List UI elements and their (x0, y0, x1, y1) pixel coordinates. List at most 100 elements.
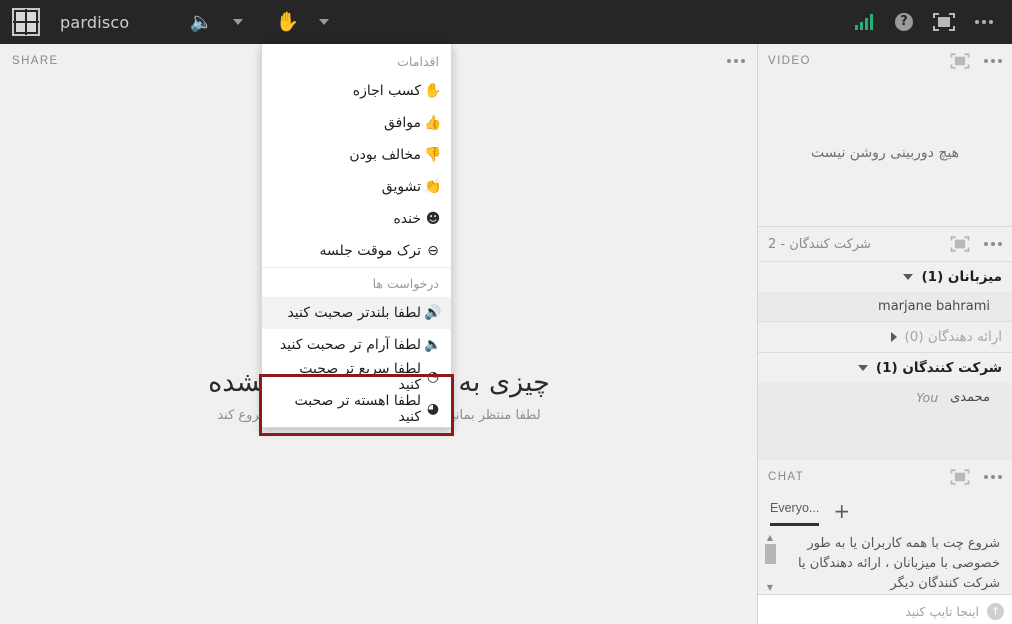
menu-item-label: لطفا سریع تر صحبت کنید (299, 361, 421, 393)
menu-item-label: لطفا اهسته تر صحبت کنید (294, 393, 421, 425)
step-away-icon: ⊖ (427, 243, 439, 259)
menu-item-label: لطفا آرام تر صحبت کنید (279, 337, 421, 353)
thumbs-down-icon: 👎 (424, 147, 442, 163)
raise-hand-button[interactable]: ✋ (267, 0, 307, 44)
video-expand-button[interactable] (950, 53, 970, 69)
thumbs-up-icon: 👍 (424, 115, 442, 131)
menu-item-raise-hand[interactable]: کسب اجازه ✋ (262, 75, 451, 107)
participant-group-participants[interactable]: شرکت کنندگان (1) (758, 352, 1012, 383)
participants-pod: شرکت کنندگان - 2 میزبانان (1) marjane ba… (758, 227, 1012, 467)
pardisco-logo-icon (12, 8, 40, 36)
participants-expand-button[interactable] (950, 236, 970, 252)
participants-pod-header: شرکت کنندگان - 2 (758, 227, 1012, 261)
scroll-up-icon[interactable]: ▲ (767, 534, 773, 542)
speaker-menu-button[interactable] (221, 0, 255, 44)
menu-item-label: موافق (384, 115, 421, 131)
chat-scrollbar[interactable]: ▲ ▼ (763, 534, 777, 592)
menu-section-actions-label: اقدامات (397, 54, 439, 69)
menu-section-requests-label: درخواست ها (262, 267, 451, 297)
video-pod-title: VIDEO (768, 55, 811, 67)
help-question-icon: ? (895, 13, 913, 31)
chat-pod-header: CHAT (758, 460, 1012, 494)
raise-hand-menu-button[interactable] (307, 0, 341, 44)
share-panel-title: SHARE (12, 55, 59, 67)
laugh-icon: ☻ (425, 211, 441, 227)
participant-name: محمدی (950, 390, 990, 405)
chevron-down-icon (857, 365, 868, 371)
menu-item-laugh[interactable]: خنده ☻ (262, 203, 451, 235)
menu-item-speak-louder[interactable]: لطفا بلندتر صحبت کنید 🔊 (262, 297, 451, 329)
share-overflow-button[interactable] (727, 59, 745, 63)
participants-list: میزبانان (1) marjane bahrami ارائه دهندگ… (758, 261, 1012, 467)
participant-group-label: میزبانان (1) (921, 269, 1002, 285)
add-chat-tab-icon[interactable]: + (833, 501, 850, 525)
right-rail: VIDEO هیچ دوربینی روشن نیست شرکت کنندگان… (758, 44, 1012, 624)
menu-item-label: لطفا بلندتر صحبت کنید (287, 305, 421, 321)
chevron-right-icon (890, 332, 897, 342)
chevron-down-icon (233, 19, 244, 25)
participant-group-label: ارائه دهندگان (0) (904, 329, 1003, 345)
menu-item-label: کسب اجازه (352, 83, 421, 99)
participant-you-badge: You (916, 390, 939, 405)
speak-quieter-icon: 🔈 (424, 337, 442, 353)
connection-strength-icon (855, 14, 873, 30)
meeting-window: pardisco 🔈 ✋ ? SHARE چیزی به نشده لطفا م… (0, 0, 1012, 624)
chat-expand-button[interactable] (950, 469, 970, 485)
top-overflow-button[interactable] (964, 0, 1004, 44)
chevron-down-icon (903, 274, 914, 280)
menu-item-speak-quieter[interactable]: لطفا آرام تر صحبت کنید 🔈 (262, 329, 451, 361)
participant-group-presenters[interactable]: ارائه دهندگان (0) (758, 321, 1012, 352)
speak-slower-icon: ◕ (426, 401, 440, 417)
participant-row[interactable]: marjane bahrami (758, 292, 1012, 321)
menu-item-agree[interactable]: موافق 👍 (262, 107, 451, 139)
participants-overflow-button[interactable] (984, 242, 1002, 246)
menu-item-label: خنده (393, 211, 421, 227)
tab-everyone[interactable]: Everyo... (770, 501, 820, 526)
raise-hand-icon: ✋ (424, 83, 442, 99)
menu-item-speak-slower[interactable]: لطفا اهسته تر صحبت کنید ◕ (262, 393, 451, 425)
participant-name: marjane bahrami (878, 299, 990, 314)
menu-item-disagree[interactable]: مخالف بودن 👎 (262, 139, 451, 171)
chat-tab-bar: Everyo... + (758, 494, 1012, 532)
app-title: pardisco (60, 12, 130, 32)
participant-row[interactable]: محمدی You (758, 383, 1012, 412)
raise-hand-icon: ✋ (275, 10, 300, 33)
speak-louder-icon: 🔊 (424, 305, 442, 321)
video-empty-message: هیچ دوربینی روشن نیست (810, 144, 960, 161)
video-pod-header: VIDEO (758, 44, 1012, 78)
fullscreen-button[interactable] (924, 0, 964, 44)
chat-message-area: ▲ ▼ شروع چت با همه کاربران یا به طور خصو… (758, 532, 1012, 594)
more-options-icon (975, 20, 993, 24)
fullscreen-icon (933, 13, 955, 31)
participant-group-label: شرکت کنندگان (1) (875, 360, 1002, 376)
chat-input[interactable]: اینجا تایپ کنید (905, 604, 979, 619)
scroll-down-icon[interactable]: ▼ (767, 584, 773, 592)
video-overflow-button[interactable] (984, 59, 1002, 63)
chat-pod: CHAT Everyo... + ▲ ▼ شروع چت با همه کارب… (758, 460, 1012, 624)
chat-overflow-button[interactable] (984, 475, 1002, 479)
chat-placeholder-message: شروع چت با همه کاربران یا به طور خصوصی ب… (798, 536, 1000, 591)
chat-pod-title: CHAT (768, 471, 805, 483)
menu-item-label: مخالف بودن (349, 147, 421, 163)
actions-dropdown-menu: اقدامات کسب اجازه ✋ موافق 👍 مخالف بودن 👎… (261, 44, 452, 428)
speaker-button[interactable]: 🔈 (181, 0, 221, 44)
applause-icon: 👏 (424, 179, 442, 195)
menu-item-applause[interactable]: تشویق 👏 (262, 171, 451, 203)
speak-faster-icon: ◔ (426, 369, 440, 385)
body-area: SHARE چیزی به اشتراک گذاشته نشده لطفا من… (0, 44, 1012, 624)
menu-item-label: ترک موقت جلسه (319, 243, 421, 259)
chat-input-row[interactable]: ↑ اینجا تایپ کنید (758, 594, 1012, 624)
menu-item-label: تشویق (381, 179, 421, 195)
participants-pod-title: شرکت کنندگان - 2 (768, 236, 871, 252)
top-bar: pardisco 🔈 ✋ ? (0, 0, 1012, 44)
connection-status-button[interactable] (844, 0, 884, 44)
speaker-on-icon: 🔈 (189, 10, 214, 33)
send-up-icon[interactable]: ↑ (987, 603, 1004, 620)
participants-empty-space (758, 412, 1012, 467)
chevron-down-icon (319, 19, 330, 25)
participant-group-hosts[interactable]: میزبانان (1) (758, 261, 1012, 292)
scrollbar-thumb[interactable] (764, 544, 776, 564)
menu-item-speak-faster[interactable]: لطفا سریع تر صحبت کنید ◔ (262, 361, 451, 393)
help-button[interactable]: ? (884, 0, 924, 44)
menu-item-step-away[interactable]: ترک موقت جلسه ⊖ (262, 235, 451, 267)
